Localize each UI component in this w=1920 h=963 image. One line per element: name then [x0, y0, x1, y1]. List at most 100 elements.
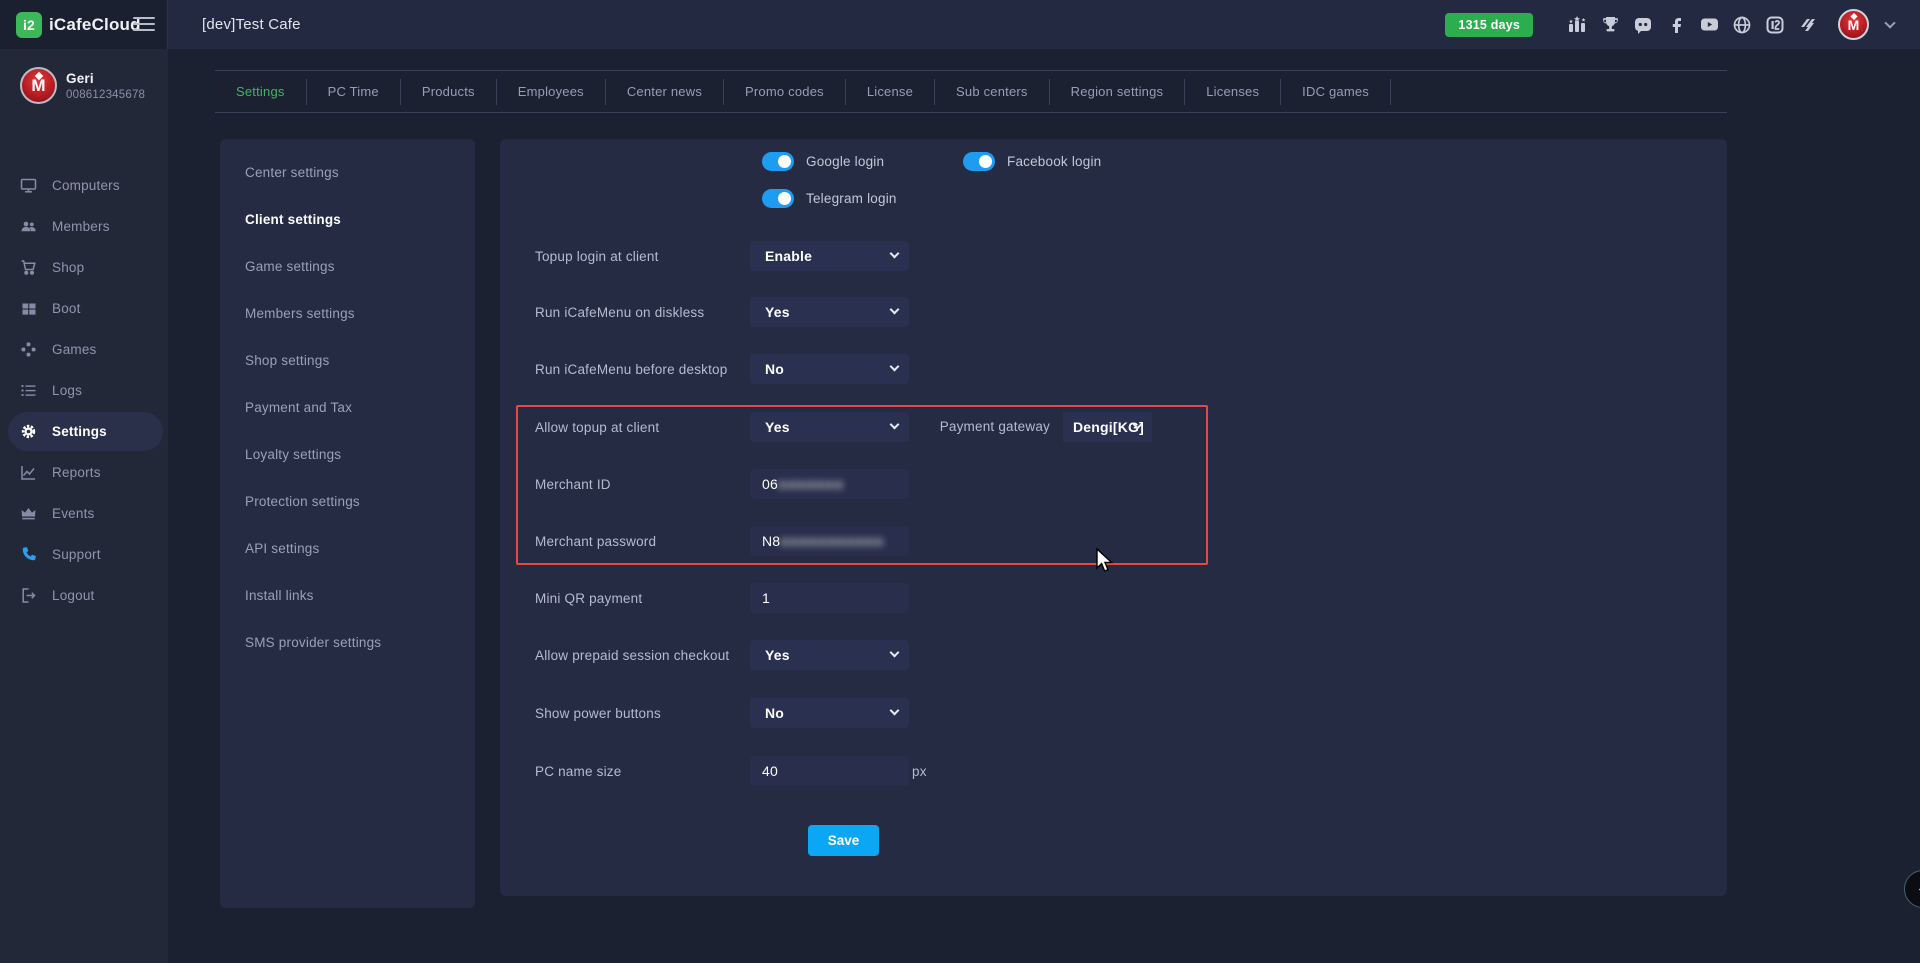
user-phone: 008612345678 — [66, 89, 145, 101]
field-label: Run iCafeMenu before desktop — [535, 362, 727, 377]
submenu-shop-settings[interactable]: Shop settings — [220, 337, 475, 384]
facebook-login-toggle[interactable] — [963, 152, 995, 171]
hamburger-menu-icon[interactable] — [133, 17, 155, 35]
payment-gateway-select[interactable]: Dengi[KG] — [1063, 412, 1152, 442]
tab-idc-games[interactable]: IDC games — [1281, 70, 1390, 113]
sidebar-item-label: Computers — [52, 178, 120, 193]
chart-icon — [20, 464, 37, 481]
submenu-sms-provider-settings[interactable]: SMS provider settings — [220, 619, 475, 666]
pc-name-size-input[interactable]: 40 — [750, 756, 909, 786]
collapse-widget-button[interactable] — [1904, 870, 1920, 908]
sidebar-item-label: Reports — [52, 465, 101, 480]
save-button[interactable]: Save — [808, 825, 879, 856]
crown-icon — [20, 505, 37, 522]
layers-icon[interactable] — [1797, 14, 1819, 36]
chevron-down-icon[interactable] — [1884, 17, 1895, 28]
sidebar-item-games[interactable]: Games — [0, 329, 168, 370]
submenu-members-settings[interactable]: Members settings — [220, 290, 475, 337]
sidebar-item-label: Shop — [52, 260, 84, 275]
submenu-loyalty-settings[interactable]: Loyalty settings — [220, 431, 475, 478]
sidebar-item-label: Settings — [52, 424, 107, 439]
field-label: Mini QR payment — [535, 591, 642, 606]
facebook-icon[interactable] — [1665, 14, 1687, 36]
user-avatar[interactable]: M — [1838, 9, 1869, 40]
field-label: Merchant ID — [535, 477, 611, 492]
field-label: Run iCafeMenu on diskless — [535, 305, 704, 320]
tab-pc-time[interactable]: PC Time — [307, 70, 400, 113]
settings-tab-bar: Settings PC Time Products Employees Cent… — [215, 70, 1727, 113]
logout-icon — [20, 587, 37, 604]
run-icafemenu-diskless-select[interactable]: Yes — [750, 297, 909, 327]
globe-icon[interactable] — [1731, 14, 1753, 36]
sidebar-item-boot[interactable]: Boot — [0, 288, 168, 329]
tab-settings[interactable]: Settings — [215, 70, 306, 113]
show-power-buttons-select[interactable]: No — [750, 698, 909, 728]
sidebar-item-settings[interactable]: Settings — [0, 411, 168, 452]
toggle-label: Telegram login — [806, 191, 897, 206]
sidebar-item-shop[interactable]: Shop — [0, 247, 168, 288]
ranking-icon[interactable] — [1566, 14, 1588, 36]
submenu-protection-settings[interactable]: Protection settings — [220, 478, 475, 525]
chevron-down-icon — [890, 362, 900, 372]
tab-center-news[interactable]: Center news — [606, 70, 723, 113]
merchant-id-input[interactable]: 06●●●●●●● — [750, 469, 909, 499]
submenu-payment-and-tax[interactable]: Payment and Tax — [220, 384, 475, 431]
sidebar: M Geri 008612345678 Computers Members Sh… — [0, 49, 168, 963]
tab-license[interactable]: License — [846, 70, 934, 113]
sidebar-item-support[interactable]: Support — [0, 534, 168, 575]
toggle-label: Facebook login — [1007, 154, 1101, 169]
submenu-client-settings[interactable]: Client settings — [220, 196, 475, 243]
days-badge[interactable]: 1315 days — [1445, 13, 1533, 37]
gear-icon — [20, 423, 37, 440]
allow-prepaid-checkout-select[interactable]: Yes — [750, 640, 909, 670]
settings-submenu: Center settings Client settings Game set… — [220, 139, 475, 908]
sidebar-item-label: Members — [52, 219, 110, 234]
submenu-center-settings[interactable]: Center settings — [220, 149, 475, 196]
blurred-value: ●●●●●●● — [778, 476, 844, 492]
field-label: Allow prepaid session checkout — [535, 648, 729, 663]
youtube-icon[interactable] — [1698, 14, 1720, 36]
sidebar-item-reports[interactable]: Reports — [0, 452, 168, 493]
sidebar-item-label: Logout — [52, 588, 95, 603]
sidebar-item-members[interactable]: Members — [0, 206, 168, 247]
field-label: Show power buttons — [535, 706, 661, 721]
monitor-icon — [20, 177, 37, 194]
icafecloud-icon[interactable] — [1764, 14, 1786, 36]
tab-licenses[interactable]: Licenses — [1185, 70, 1280, 113]
merchant-password-input[interactable]: N8●●●●●●●●●●● — [750, 526, 909, 556]
topup-login-select[interactable]: Enable — [750, 241, 909, 271]
icafecloud-logo-icon: i2 — [16, 12, 42, 38]
google-login-toggle[interactable] — [762, 152, 794, 171]
tab-sub-centers[interactable]: Sub centers — [935, 70, 1049, 113]
sidebar-item-logout[interactable]: Logout — [0, 575, 168, 616]
logs-icon — [20, 382, 37, 399]
telegram-login-toggle[interactable] — [762, 189, 794, 208]
sidebar-item-label: Logs — [52, 383, 82, 398]
tab-employees[interactable]: Employees — [497, 70, 605, 113]
discord-icon[interactable] — [1632, 14, 1654, 36]
submenu-api-settings[interactable]: API settings — [220, 525, 475, 572]
cart-icon — [20, 259, 37, 276]
submenu-install-links[interactable]: Install links — [220, 572, 475, 619]
trophy-icon[interactable] — [1599, 14, 1621, 36]
toggle-label: Google login — [806, 154, 884, 169]
sidebar-item-logs[interactable]: Logs — [0, 370, 168, 411]
tab-region-settings[interactable]: Region settings — [1050, 70, 1185, 113]
tab-products[interactable]: Products — [401, 70, 496, 113]
allow-topup-select[interactable]: Yes — [750, 412, 909, 442]
logo-text: iCafeCloud — [49, 15, 141, 35]
tab-promo-codes[interactable]: Promo codes — [724, 70, 845, 113]
chevron-down-icon — [890, 249, 900, 259]
sidebar-item-computers[interactable]: Computers — [0, 165, 168, 206]
logo-area: i2 iCafeCloud — [0, 0, 168, 49]
run-icafemenu-before-desktop-select[interactable]: No — [750, 354, 909, 384]
chevron-down-icon — [890, 648, 900, 658]
sidebar-user[interactable]: M Geri 008612345678 — [0, 49, 168, 104]
user-avatar-small: M — [20, 67, 57, 104]
sidebar-item-events[interactable]: Events — [0, 493, 168, 534]
client-settings-form: Google login Facebook login Telegram log… — [500, 139, 1727, 896]
mini-qr-payment-input[interactable]: 1 — [750, 583, 909, 613]
page-title: [dev]Test Cafe — [202, 16, 301, 33]
chevron-down-icon — [890, 420, 900, 430]
submenu-game-settings[interactable]: Game settings — [220, 243, 475, 290]
